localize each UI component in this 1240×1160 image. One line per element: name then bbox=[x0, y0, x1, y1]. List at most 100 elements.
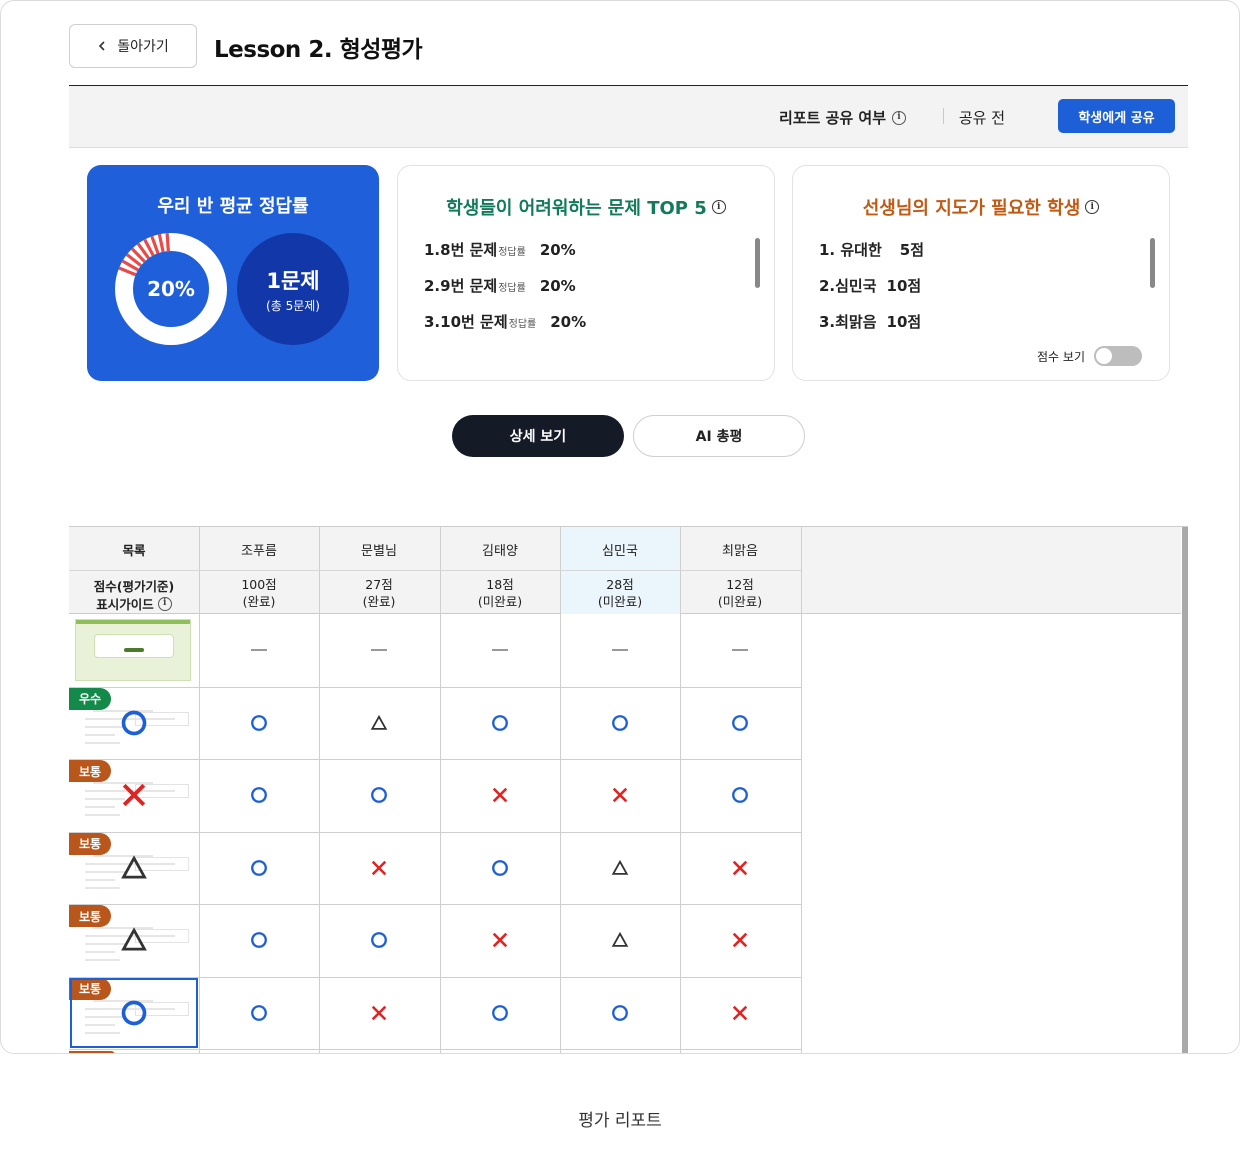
student-score: 10점 bbox=[886, 277, 922, 295]
question-sub: 정답률 bbox=[498, 247, 526, 258]
students-needing-guidance-card: 선생님의 지도가 필요한 학생 i 1. 유대한 5점 2.심민국 10점 3.… bbox=[792, 165, 1170, 381]
scrollbar[interactable] bbox=[1150, 238, 1155, 288]
student-header-name[interactable]: 심민국 bbox=[560, 540, 680, 559]
tab-ai-summary[interactable]: AI 총평 bbox=[633, 415, 805, 457]
student-status: (미완료) bbox=[717, 594, 763, 609]
average-accuracy-card: 우리 반 평균 정답률 20% 1문제 (총 5문제) bbox=[87, 165, 379, 381]
display-guide-text: 표시가이드 bbox=[96, 597, 154, 612]
triangle-mark-icon bbox=[121, 927, 147, 951]
accuracy-percent: 20% bbox=[135, 253, 207, 325]
circle-mark-icon[interactable] bbox=[491, 714, 509, 732]
circle-mark-icon[interactable] bbox=[250, 931, 268, 949]
cross-mark-icon[interactable] bbox=[370, 859, 388, 877]
show-score-toggle[interactable] bbox=[1094, 346, 1142, 366]
guide-title: 선생님의 지도가 필요한 학생 i bbox=[793, 194, 1169, 220]
thumbnail-text-line bbox=[85, 741, 120, 744]
share-status: 공유 전 bbox=[958, 109, 1005, 127]
back-button-label: 돌아가기 bbox=[117, 38, 169, 54]
tab-detail[interactable]: 상세 보기 bbox=[452, 415, 624, 457]
grid-column-line bbox=[801, 527, 802, 1053]
grid-row-line bbox=[69, 686, 801, 688]
average-card-title: 우리 반 평균 정답률 bbox=[157, 196, 309, 217]
circle-mark-icon[interactable] bbox=[250, 786, 268, 804]
circle-mark-icon[interactable] bbox=[250, 1004, 268, 1022]
cross-mark-icon[interactable] bbox=[491, 786, 509, 804]
thumbnail-button bbox=[124, 648, 144, 652]
cross-mark-icon[interactable] bbox=[731, 1004, 749, 1022]
circle-mark-icon[interactable] bbox=[250, 714, 268, 732]
share-to-students-button[interactable]: 학생에게 공유 bbox=[1058, 99, 1175, 133]
share-bar: 리포트 공유 여부 i 공유 전 학생에게 공유 bbox=[69, 86, 1188, 148]
cross-mark-icon[interactable] bbox=[491, 931, 509, 949]
student-status: (완료) bbox=[362, 594, 396, 609]
student-name: 3.최맑음 bbox=[819, 313, 877, 331]
report-frame: 돌아가기 Lesson 2. 형성평가 리포트 공유 여부 i 공유 전 학생에… bbox=[0, 0, 1240, 1054]
top5-title-text: 학생들이 어려워하는 문제 TOP 5 bbox=[446, 198, 707, 219]
circle-mark-icon[interactable] bbox=[491, 859, 509, 877]
circle-mark-icon[interactable] bbox=[370, 786, 388, 804]
info-icon[interactable]: i bbox=[711, 200, 726, 214]
circle-mark-icon[interactable] bbox=[250, 859, 268, 877]
thumbnail-text-line bbox=[85, 886, 120, 889]
list-item: 3.최맑음 10점 bbox=[819, 311, 921, 332]
thumbnail-text-line bbox=[85, 814, 120, 816]
figure-caption: 평가 리포트 bbox=[578, 1111, 662, 1131]
grid-row-line bbox=[69, 1049, 801, 1050]
thumbnail-text-line bbox=[85, 959, 120, 961]
back-button[interactable]: 돌아가기 bbox=[69, 24, 197, 68]
student-status: (미완료) bbox=[477, 594, 523, 609]
circle-mark-icon[interactable] bbox=[731, 786, 749, 804]
top5-title: 학생들이 어려워하는 문제 TOP 5 i bbox=[398, 194, 774, 220]
circle-mark-icon[interactable] bbox=[731, 714, 749, 732]
result-grid: 목록 점수(평가기준) 표시가이드 i 조푸름 100점 (완료) 문별님 27점 (완료… bbox=[69, 526, 1188, 1053]
circle-mark-icon bbox=[121, 710, 147, 735]
score-criteria-label: 점수(평가기준) bbox=[93, 579, 175, 594]
selected-row-highlight bbox=[70, 977, 198, 1048]
student-header-score: 12점 (미완료) bbox=[680, 576, 800, 610]
level-badge: 보통 bbox=[69, 905, 112, 927]
share-divider bbox=[943, 108, 944, 124]
student-score: 5점 bbox=[899, 241, 925, 259]
grid-row-line bbox=[69, 759, 801, 760]
cross-mark-icon[interactable] bbox=[731, 931, 749, 949]
student-header-name[interactable]: 조푸름 bbox=[199, 540, 319, 559]
circle-mark-icon[interactable] bbox=[611, 1004, 629, 1022]
circle-mark-icon[interactable] bbox=[491, 1004, 509, 1022]
level-badge: 보통 bbox=[69, 760, 112, 782]
student-header-name[interactable]: 김태양 bbox=[440, 540, 560, 559]
triangle-mark-icon[interactable] bbox=[611, 859, 629, 877]
display-guide-label: 표시가이드 i bbox=[69, 594, 199, 613]
page-title: Lesson 2. 형성평가 bbox=[214, 37, 423, 63]
grid-scrollbar[interactable] bbox=[1182, 527, 1188, 1053]
list-item: 2.심민국 10점 bbox=[819, 275, 921, 296]
question-thumbnail[interactable] bbox=[75, 619, 191, 681]
cross-mark-icon[interactable] bbox=[370, 1004, 388, 1022]
cross-mark-icon[interactable] bbox=[611, 786, 629, 804]
list-column-label: 목록 bbox=[122, 543, 146, 558]
header-separator bbox=[69, 570, 801, 571]
circle-mark-icon[interactable] bbox=[611, 714, 629, 732]
student-header-name[interactable]: 문별님 bbox=[319, 540, 439, 559]
correct-count-circle: 1문제 (총 5문제) bbox=[237, 233, 349, 345]
info-icon[interactable]: i bbox=[892, 110, 906, 125]
question-rate: 20% bbox=[539, 241, 576, 259]
student-name: 1. 유대한 bbox=[819, 241, 882, 259]
student-name: 2.심민국 bbox=[819, 277, 877, 295]
cross-mark-icon[interactable] bbox=[731, 859, 749, 877]
student-header-name[interactable]: 최맑음 bbox=[680, 540, 800, 559]
question-rate: 20% bbox=[550, 313, 587, 331]
student-score: 100점 bbox=[241, 577, 277, 592]
triangle-mark-icon[interactable] bbox=[370, 714, 388, 732]
circle-mark-icon[interactable] bbox=[370, 931, 388, 949]
thumbnail-text-line bbox=[85, 733, 115, 736]
total-count: (총 5문제) bbox=[266, 298, 320, 313]
student-score: 12점 bbox=[726, 577, 754, 592]
student-score: 10점 bbox=[886, 313, 922, 331]
student-header-score: 18점 (미완료) bbox=[440, 576, 560, 610]
scrollbar[interactable] bbox=[755, 238, 760, 288]
info-icon[interactable]: i bbox=[1085, 200, 1100, 214]
triangle-mark-icon[interactable] bbox=[611, 931, 629, 949]
question-sub: 정답률 bbox=[498, 283, 526, 294]
list-item: 2.9번 문제 정답률 20% bbox=[424, 275, 576, 296]
info-icon[interactable]: i bbox=[157, 596, 172, 611]
